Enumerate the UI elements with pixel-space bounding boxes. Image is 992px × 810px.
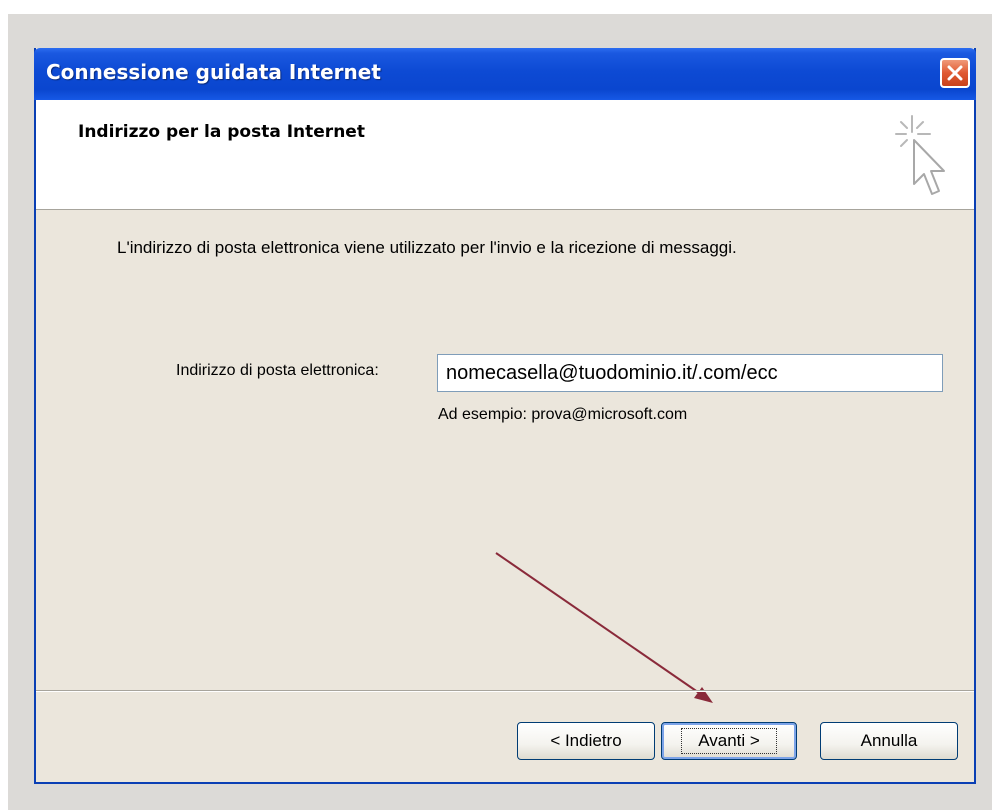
back-button[interactable]: < Indietro [517,722,655,760]
next-button-label: Avanti > [681,728,777,754]
description-text: L'indirizzo di posta elettronica viene u… [117,238,737,257]
wizard-header: Indirizzo per la posta Internet [36,100,974,210]
cancel-button[interactable]: Annulla [820,722,958,760]
wizard-cursor-icon [895,115,945,195]
email-label: Indirizzo di posta elettronica: [176,362,379,379]
back-button-label: < Indietro [550,731,622,750]
footer-divider [36,690,974,692]
close-icon [947,65,963,81]
close-button[interactable] [940,58,970,88]
cancel-button-label: Annulla [860,731,918,750]
window-title: Connessione guidata Internet [46,60,381,84]
example-hint: Ad esempio: prova@microsoft.com [438,406,688,423]
page-title: Indirizzo per la posta Internet [78,122,365,142]
window-titlebar[interactable]: Connessione guidata Internet [34,48,976,100]
next-button[interactable]: Avanti > [661,722,797,760]
email-input[interactable] [437,354,943,392]
